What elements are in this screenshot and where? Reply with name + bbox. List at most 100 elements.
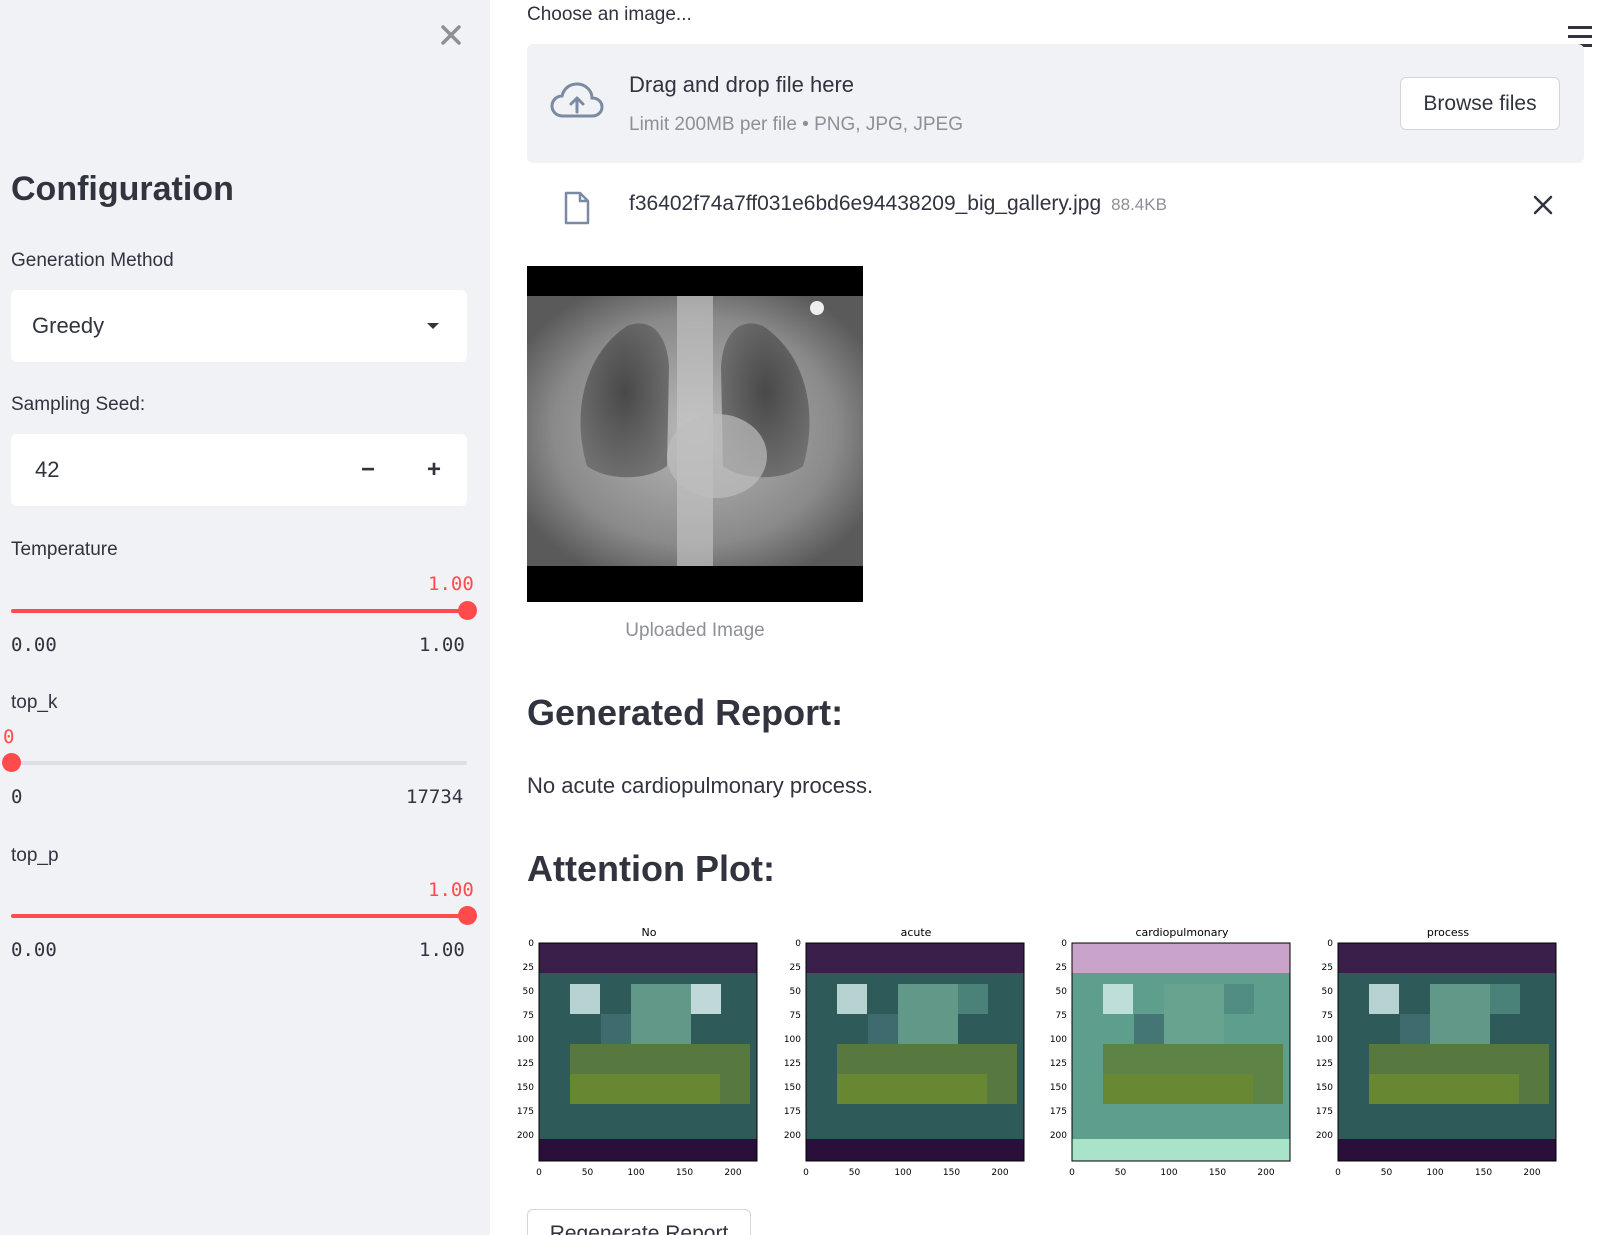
drop-instructions: Drag and drop file here	[629, 72, 855, 97]
file-icon	[564, 191, 590, 225]
heatmap-cell	[837, 1074, 987, 1104]
y-tick-label: 75	[523, 1011, 534, 1021]
regenerate-report-button[interactable]: Regenerate Report	[527, 1209, 751, 1235]
top-k-label: top_k	[11, 692, 58, 713]
x-tick-label: 150	[676, 1168, 693, 1177]
top-k-slider[interactable]	[2, 753, 467, 772]
y-tick-label: 75	[1322, 1011, 1333, 1021]
sidebar: Configuration Generation Method Greedy S…	[0, 0, 490, 1235]
top-p-slider-thumb[interactable]	[458, 906, 477, 925]
heatmap-cell	[1164, 984, 1224, 1044]
heatmap-cell	[806, 1139, 1024, 1161]
x-tick-label: 200	[991, 1168, 1008, 1177]
heatmap-cell	[1224, 984, 1254, 1014]
attention-plot-title: No	[642, 926, 657, 939]
x-tick-label: 50	[849, 1168, 861, 1177]
sampling-seed-input[interactable]: 42 − +	[11, 434, 467, 506]
y-tick-label: 100	[1050, 1035, 1067, 1045]
y-tick-label: 25	[1056, 963, 1067, 973]
x-tick-label: 50	[1381, 1168, 1393, 1177]
attention-plot: No 0 25 50 75 100 125 150 175 200 0 50 100 150 200	[517, 926, 758, 1177]
x-tick-label: 0	[536, 1168, 542, 1177]
attention-plot-title: acute	[901, 926, 932, 939]
report-text: No acute cardiopulmonary process.	[527, 773, 874, 798]
heatmap-cell	[539, 943, 757, 973]
heatmap-cell	[868, 1014, 898, 1044]
top-p-label: top_p	[11, 845, 59, 866]
sidebar-close-button[interactable]	[436, 20, 466, 50]
sampling-seed-label: Sampling Seed:	[11, 394, 146, 415]
generation-method-select[interactable]: Greedy	[11, 290, 467, 362]
temperature-max: 1.00	[419, 634, 465, 656]
y-tick-label: 150	[784, 1083, 801, 1093]
y-tick-label: 100	[517, 1035, 534, 1045]
y-tick-label: 75	[790, 1011, 801, 1021]
chevron-down-icon	[427, 323, 439, 329]
y-tick-label: 150	[517, 1083, 534, 1093]
heatmap-cell	[1430, 984, 1490, 1044]
x-tick-label: 150	[1475, 1168, 1492, 1177]
file-name: f36402f74a7ff031e6bd6e94438209_big_galle…	[629, 192, 1102, 215]
x-tick-label: 150	[1209, 1168, 1226, 1177]
heatmap-cell	[1338, 1139, 1556, 1161]
y-tick-label: 125	[517, 1059, 534, 1069]
heatmap-cell	[1103, 984, 1133, 1014]
seed-increment-button[interactable]: +	[401, 434, 467, 506]
y-tick-label: 175	[517, 1107, 534, 1117]
temperature-value: 1.00	[428, 573, 474, 595]
y-tick-label: 200	[1316, 1131, 1333, 1141]
browse-files-button[interactable]: Browse files	[1400, 77, 1560, 130]
heatmap-cell	[837, 984, 867, 1014]
top-k-value: 0	[3, 726, 15, 748]
y-tick-label: 125	[1050, 1059, 1067, 1069]
top-k-slider-thumb[interactable]	[2, 753, 21, 772]
close-icon[interactable]	[1530, 192, 1556, 218]
heatmap-cell	[898, 984, 958, 1044]
y-tick-label: 175	[1050, 1107, 1067, 1117]
uploader-label: Choose an image...	[527, 4, 692, 25]
heatmap-cell	[691, 984, 721, 1014]
y-tick-label: 200	[517, 1131, 534, 1141]
y-tick-label: 200	[784, 1131, 801, 1141]
y-tick-label: 175	[1316, 1107, 1333, 1117]
seed-decrement-button[interactable]: −	[335, 434, 401, 506]
x-tick-label: 200	[1523, 1168, 1540, 1177]
heatmap-cell	[1369, 1074, 1519, 1104]
y-tick-label: 75	[1056, 1011, 1067, 1021]
temperature-slider[interactable]	[11, 601, 477, 620]
heatmap-cell	[1400, 1014, 1430, 1044]
attention-heading: Attention Plot:	[527, 848, 775, 889]
temperature-slider-thumb[interactable]	[458, 601, 477, 620]
y-tick-label: 125	[1316, 1059, 1333, 1069]
y-tick-label: 50	[790, 987, 802, 997]
x-tick-label: 200	[724, 1168, 741, 1177]
x-tick-label: 100	[1160, 1168, 1177, 1177]
heatmap-cell	[1134, 1014, 1164, 1044]
heatmap-cell	[1072, 943, 1290, 973]
x-tick-label: 100	[894, 1168, 911, 1177]
y-tick-label: 175	[784, 1107, 801, 1117]
report-heading: Generated Report:	[527, 692, 844, 733]
top-p-max: 1.00	[419, 939, 465, 961]
top-p-min: 0.00	[11, 939, 57, 961]
y-tick-label: 0	[1327, 939, 1333, 949]
file-dropzone[interactable]: Drag and drop file here Limit 200MB per …	[527, 44, 1584, 163]
cloud-upload-icon	[550, 82, 604, 118]
sampling-seed-value[interactable]: 42	[35, 434, 59, 506]
attention-plot: cardiopulmonary 0 25 50 75 100 125 150 175 200 0 50…	[1050, 926, 1291, 1177]
y-tick-label: 0	[795, 939, 801, 949]
top-p-value: 1.00	[428, 879, 474, 901]
heatmap-cell	[806, 943, 1024, 973]
x-tick-label: 0	[1335, 1168, 1341, 1177]
generation-method-label: Generation Method	[11, 250, 174, 271]
y-tick-label: 25	[790, 963, 801, 973]
heatmap-cell	[1072, 1139, 1290, 1161]
temperature-min: 0.00	[11, 634, 57, 656]
x-tick-label: 50	[1115, 1168, 1127, 1177]
y-tick-label: 50	[1056, 987, 1068, 997]
y-tick-label: 100	[1316, 1035, 1333, 1045]
y-tick-label: 125	[784, 1059, 801, 1069]
top-p-slider[interactable]	[11, 906, 477, 925]
heatmap-cell	[1103, 1074, 1253, 1104]
temperature-slider-fill	[11, 609, 467, 613]
